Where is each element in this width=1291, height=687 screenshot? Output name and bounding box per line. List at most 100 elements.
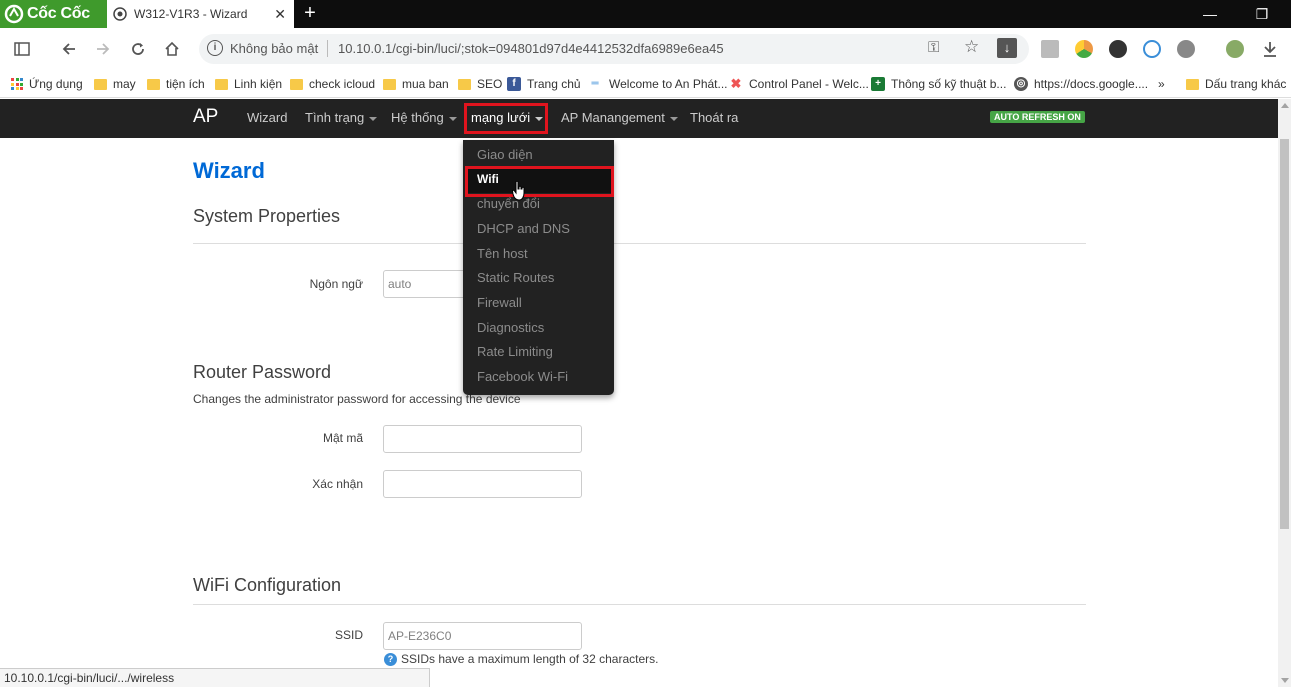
browser-logo[interactable]: Cốc Cốc [0, 0, 107, 28]
bookmark-other[interactable]: Dấu trang khác [1186, 77, 1286, 91]
url-text[interactable]: 10.10.0.1/cgi-bin/luci/;stok=094801d97d4… [338, 41, 724, 56]
luci-navbar: AP Wizard Tình trạng Hệ thống mạng lưới … [0, 99, 1278, 138]
menu-item-diagnostics[interactable]: Diagnostics [477, 320, 544, 335]
bookmark-thong-so[interactable]: + Thông số kỹ thuật b... [871, 77, 1006, 91]
info-icon[interactable]: i [207, 40, 223, 56]
folder-icon [215, 78, 228, 90]
menu-item-static-routes[interactable]: Static Routes [477, 270, 554, 285]
extension-dark-icon[interactable] [1109, 40, 1127, 58]
bookmark-label: SEO [477, 77, 503, 91]
tab-close-icon[interactable]: ✕ [274, 6, 286, 23]
bookmark-label: Dấu trang khác [1205, 77, 1287, 91]
anphat-icon: ═ [591, 78, 599, 89]
folder-icon [1186, 78, 1199, 90]
folder-icon [458, 78, 471, 90]
home-icon[interactable] [161, 38, 183, 60]
ssid-hint: ? SSIDs have a maximum length of 32 char… [384, 652, 658, 666]
extension-settings-icon[interactable] [1177, 40, 1195, 58]
tab-favicon-icon [113, 7, 127, 21]
language-label: Ngôn ngữ [309, 277, 363, 291]
bookmark-control-panel[interactable]: ✖ Control Panel - Welc... [729, 76, 869, 92]
bookmark-folder-seo[interactable]: SEO [458, 77, 502, 91]
status-bar-url: 10.10.0.1/cgi-bin/luci/.../wireless [0, 668, 430, 687]
extension-chrome-icon[interactable] [1075, 40, 1093, 58]
forward-arrow-icon[interactable] [92, 38, 114, 60]
browser-tab[interactable]: W312-V1R3 - Wizard ✕ [107, 0, 294, 28]
scrollbar-thumb[interactable] [1280, 139, 1289, 529]
section-title-system-properties: System Properties [193, 206, 341, 226]
page-scrollbar[interactable] [1278, 99, 1291, 687]
nav-status[interactable]: Tình trạng [305, 110, 378, 125]
page-title: Wizard [193, 158, 265, 183]
bookmark-label: may [113, 77, 136, 91]
address-bar[interactable]: i Không bảo mật 10.10.0.1/cgi-bin/luci/;… [199, 34, 1029, 64]
bookmark-folder-check-icloud[interactable]: check icloud [290, 77, 375, 91]
confirm-password-field[interactable] [383, 470, 582, 498]
bookmark-label: Thông số kỹ thuật b... [891, 77, 1007, 91]
back-arrow-icon[interactable] [58, 38, 80, 60]
bookmark-trang-chu[interactable]: f Trang chủ [507, 77, 581, 91]
bookmark-apps[interactable]: Ứng dụng [11, 77, 83, 91]
password-field[interactable] [383, 425, 582, 453]
menu-item-hostnames[interactable]: Tên host [477, 246, 528, 261]
section-title-router-password: Router Password [193, 362, 332, 382]
bookmark-label: https://docs.google.... [1034, 77, 1149, 91]
extension-shield-icon[interactable] [1143, 40, 1161, 58]
nav-status-label: Tình trạng [305, 110, 365, 125]
section-divider [193, 604, 1086, 605]
bookmark-folder-mua-ban[interactable]: mua ban [383, 77, 449, 91]
bookmark-label: Control Panel - Welc... [749, 77, 869, 91]
bookmark-label: Welcome to An Phát... [609, 77, 728, 91]
globe-icon: ◎ [1014, 77, 1028, 91]
bookmark-folder-linh-kien[interactable]: Linh kiện [215, 77, 282, 91]
nav-ap-management[interactable]: AP Manangement [561, 110, 678, 125]
bookmark-an-phat[interactable]: ═ Welcome to An Phát... [587, 77, 728, 91]
menu-item-switch[interactable]: chuyển đổi [477, 196, 540, 211]
nav-wizard[interactable]: Wizard [247, 110, 287, 125]
key-icon[interactable]: ⚿ [928, 39, 939, 56]
scroll-up-arrow-icon[interactable] [1281, 103, 1289, 108]
auto-refresh-badge[interactable]: AUTO REFRESH ON [990, 111, 1085, 123]
downloads-icon[interactable] [1259, 38, 1281, 60]
menu-item-interfaces[interactable]: Giao diện [477, 147, 533, 162]
bookmark-folder-may[interactable]: may [94, 77, 136, 91]
browser-tab-bar: Cốc Cốc W312-V1R3 - Wizard ✕ + — ❐ [0, 0, 1291, 28]
caret-down-icon [448, 116, 457, 121]
profile-avatar-icon[interactable] [1226, 40, 1244, 58]
ssid-field[interactable]: AP-E236C0 [383, 622, 582, 650]
scroll-down-arrow-icon[interactable] [1281, 678, 1289, 683]
tab-title: W312-V1R3 - Wizard [134, 7, 248, 21]
menu-item-dhcp-dns[interactable]: DHCP and DNS [477, 221, 570, 236]
coccoc-logo-icon [4, 4, 24, 24]
navbar-brand[interactable]: AP [193, 106, 218, 128]
bookmark-star-icon[interactable]: ☆ [964, 37, 979, 57]
nav-system[interactable]: Hệ thống [391, 110, 457, 125]
bookmarks-more-chevron-icon[interactable]: » [1158, 77, 1165, 91]
joomla-icon: ✖ [730, 76, 742, 91]
extension-reader-icon[interactable] [1041, 40, 1059, 58]
folder-icon [290, 78, 303, 90]
sidebar-toggle-icon[interactable] [11, 38, 33, 60]
bookmarks-bar: Ứng dụng may tiện ích Linh kiện check ic… [0, 70, 1291, 98]
menu-item-facebook-wifi[interactable]: Facebook Wi-Fi [477, 369, 568, 384]
bookmark-folder-tien-ich[interactable]: tiện ích [147, 77, 205, 91]
wifi-menu-highlight [465, 166, 614, 197]
restore-button[interactable]: ❐ [1245, 0, 1279, 28]
nav-logout[interactable]: Thoát ra [690, 110, 738, 125]
menu-item-rate-limiting[interactable]: Rate Limiting [477, 344, 553, 359]
caret-down-icon [369, 116, 378, 121]
confirm-label: Xác nhận [312, 477, 363, 491]
bookmark-google-docs[interactable]: ◎ https://docs.google.... [1014, 77, 1148, 91]
folder-icon [383, 78, 396, 90]
password-label: Mật mã [322, 431, 363, 445]
menu-item-firewall[interactable]: Firewall [477, 295, 522, 310]
minimize-button[interactable]: — [1193, 0, 1227, 28]
download-icon[interactable]: ↓ [997, 38, 1017, 58]
caret-down-icon [669, 116, 678, 121]
help-icon: ? [384, 652, 397, 666]
reload-icon[interactable] [127, 38, 149, 60]
ssid-label: SSID [334, 628, 363, 642]
ssid-hint-text: SSIDs have a maximum length of 32 charac… [401, 652, 659, 666]
new-tab-button[interactable]: + [298, 2, 322, 26]
nav-system-label: Hệ thống [391, 110, 444, 125]
